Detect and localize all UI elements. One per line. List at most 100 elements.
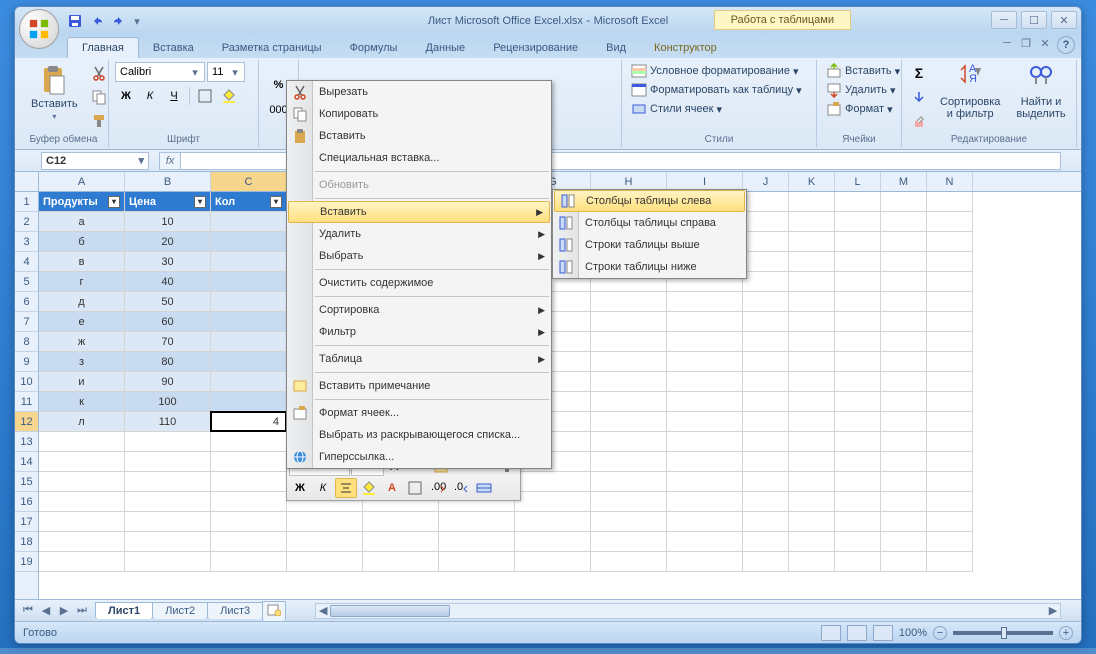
redo-icon[interactable]	[109, 11, 129, 31]
cell[interactable]	[835, 452, 881, 472]
cell[interactable]	[743, 512, 789, 532]
cell[interactable]	[591, 552, 667, 572]
cell[interactable]	[881, 232, 927, 252]
cell[interactable]	[835, 272, 881, 292]
context-menu-item[interactable]: Вставить примечание	[287, 375, 551, 397]
tab-formulas[interactable]: Формулы	[336, 38, 412, 58]
conditional-formatting-button[interactable]: Условное форматирование ▾	[628, 62, 810, 80]
cell[interactable]	[439, 532, 515, 552]
cell[interactable]	[835, 412, 881, 432]
cell[interactable]	[743, 532, 789, 552]
cell[interactable]	[835, 212, 881, 232]
row-header[interactable]: 1	[15, 192, 38, 212]
context-menu-item[interactable]: Вставить▶	[288, 201, 550, 223]
cell[interactable]: 80	[125, 352, 211, 372]
fill-color-button[interactable]	[218, 85, 240, 107]
row-header[interactable]: 7	[15, 312, 38, 332]
minimize-button[interactable]: ─	[991, 11, 1017, 29]
cell[interactable]: к	[39, 392, 125, 412]
column-header[interactable]: N	[927, 172, 973, 191]
cell[interactable]	[211, 452, 287, 472]
sheet-nav-next-icon[interactable]: ▶	[55, 603, 73, 619]
cell[interactable]	[591, 532, 667, 552]
context-menu-item[interactable]: Сортировка▶	[287, 299, 551, 321]
sheet-tab-3[interactable]: Лист3	[207, 602, 263, 619]
cell[interactable]	[927, 252, 973, 272]
cell[interactable]	[125, 432, 211, 452]
cell[interactable]	[667, 292, 743, 312]
row-header[interactable]: 2	[15, 212, 38, 232]
cell[interactable]	[927, 312, 973, 332]
cell[interactable]	[789, 312, 835, 332]
context-menu-item[interactable]: Специальная вставка...	[287, 147, 551, 169]
format-as-table-button[interactable]: Форматировать как таблицу ▾	[628, 81, 810, 99]
cell[interactable]	[835, 432, 881, 452]
cell[interactable]	[211, 272, 287, 292]
cell[interactable]	[835, 492, 881, 512]
cell[interactable]	[211, 312, 287, 332]
context-menu-item[interactable]: Обновить	[287, 174, 551, 196]
cell[interactable]	[927, 232, 973, 252]
view-page-break-button[interactable]	[873, 625, 893, 641]
cell[interactable]: з	[39, 352, 125, 372]
cell[interactable]	[211, 532, 287, 552]
column-header[interactable]: L	[835, 172, 881, 191]
tab-home[interactable]: Главная	[67, 37, 139, 58]
cell[interactable]: 110	[125, 412, 211, 432]
cell[interactable]	[211, 512, 287, 532]
office-button[interactable]	[19, 9, 59, 49]
cell[interactable]	[667, 452, 743, 472]
cell[interactable]	[211, 472, 287, 492]
row-header[interactable]: 11	[15, 392, 38, 412]
cell[interactable]	[667, 532, 743, 552]
mini-italic-button[interactable]: К	[312, 478, 334, 498]
context-menu-item[interactable]: Гиперссылка...	[287, 446, 551, 468]
cell[interactable]	[881, 432, 927, 452]
cell[interactable]	[789, 192, 835, 212]
cell[interactable]	[743, 352, 789, 372]
cell[interactable]	[39, 452, 125, 472]
row-header[interactable]: 4	[15, 252, 38, 272]
format-painter-icon[interactable]	[88, 110, 110, 132]
cell[interactable]	[789, 332, 835, 352]
sort-filter-button[interactable]: AЯ Сортировка и фильтр	[934, 62, 1006, 132]
close-button[interactable]: ✕	[1051, 11, 1077, 29]
cell[interactable]	[881, 492, 927, 512]
context-menu-item[interactable]: Копировать	[287, 103, 551, 125]
cell[interactable]: б	[39, 232, 125, 252]
row-header[interactable]: 15	[15, 472, 38, 492]
cell[interactable]	[439, 512, 515, 532]
cell[interactable]: 60	[125, 312, 211, 332]
cell[interactable]	[591, 452, 667, 472]
cell[interactable]	[667, 512, 743, 532]
cell[interactable]	[363, 552, 439, 572]
cell[interactable]	[211, 372, 287, 392]
cell[interactable]	[211, 392, 287, 412]
context-menu-item[interactable]: Вставить	[287, 125, 551, 147]
cell[interactable]	[515, 532, 591, 552]
tab-review[interactable]: Рецензирование	[479, 38, 592, 58]
cell[interactable]	[789, 392, 835, 412]
column-header[interactable]: C	[211, 172, 287, 191]
cell[interactable]	[211, 232, 287, 252]
cell[interactable]	[835, 332, 881, 352]
tab-view[interactable]: Вид	[592, 38, 640, 58]
sheet-nav-first-icon[interactable]: ⏮	[19, 603, 37, 619]
context-menu-item[interactable]: Выбрать▶	[287, 245, 551, 267]
cell[interactable]	[39, 432, 125, 452]
view-normal-button[interactable]	[821, 625, 841, 641]
cell[interactable]	[591, 472, 667, 492]
find-select-button[interactable]: Найти и выделить	[1010, 62, 1071, 132]
cell[interactable]	[39, 472, 125, 492]
cell[interactable]	[591, 352, 667, 372]
cell[interactable]	[835, 552, 881, 572]
cell[interactable]	[211, 332, 287, 352]
cell[interactable]	[363, 512, 439, 532]
submenu-item[interactable]: Строки таблицы ниже	[553, 256, 746, 278]
cell[interactable]	[211, 432, 287, 452]
fx-icon[interactable]: fx	[159, 152, 181, 170]
cell[interactable]	[789, 552, 835, 572]
cell[interactable]: и	[39, 372, 125, 392]
cell[interactable]	[125, 472, 211, 492]
cell[interactable]	[591, 392, 667, 412]
